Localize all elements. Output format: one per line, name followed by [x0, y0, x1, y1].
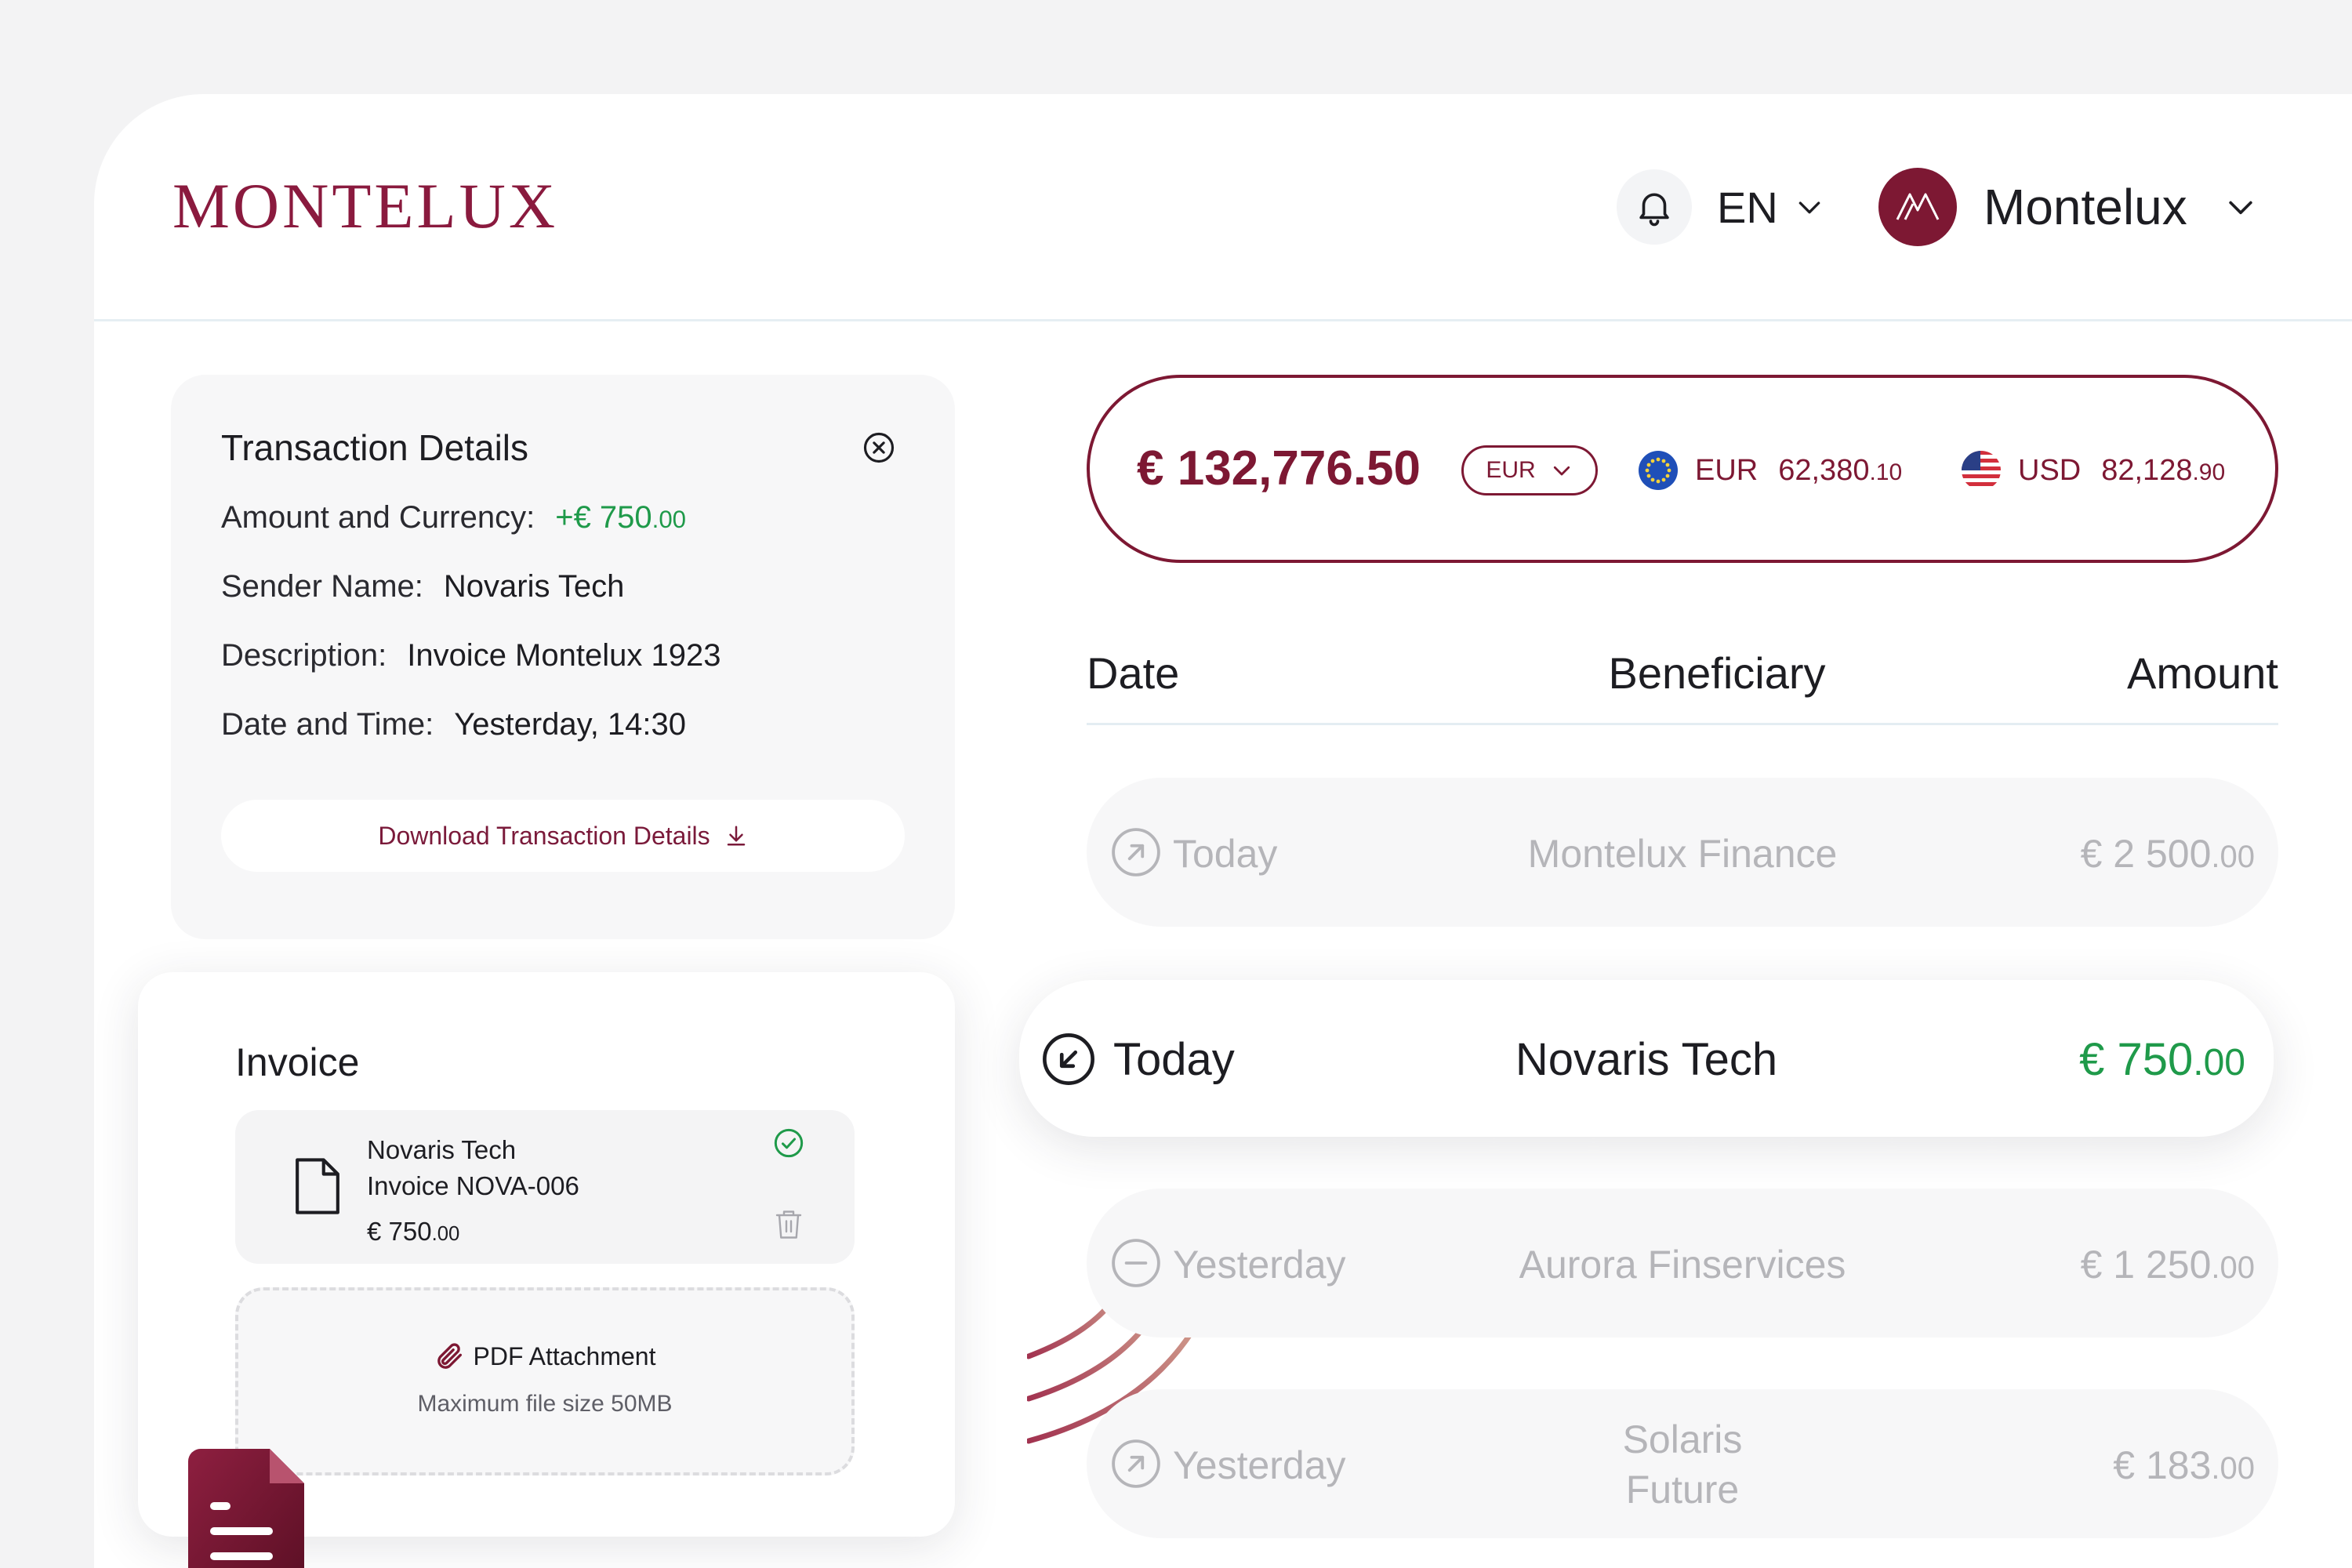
account-menu[interactable]: Montelux	[1878, 166, 2258, 248]
eur-balance: EUR 62,380.10	[1639, 448, 1902, 492]
detail-sender-row: Sender Name: Novaris Tech	[221, 569, 624, 604]
description-value: Invoice Montelux 1923	[407, 638, 721, 673]
pdf-document-icon	[188, 1449, 304, 1568]
column-header-amount[interactable]: Amount	[2043, 648, 2278, 699]
column-header-beneficiary[interactable]: Beneficiary	[1560, 648, 1874, 699]
avatar	[1878, 168, 1957, 246]
amount-value: +€ 750.00	[555, 500, 686, 535]
sender-label: Sender Name:	[221, 569, 423, 604]
trash-icon[interactable]	[775, 1209, 803, 1240]
table-row-selected[interactable]: Today Novaris Tech € 750.00	[1019, 980, 2274, 1137]
row-amount-main: € 2 500	[2080, 832, 2212, 876]
invoice-title: Invoice	[235, 1040, 360, 1084]
balance-summary: € 132,776.50 EUR EUR 62,380.10 USD 82,12…	[1087, 375, 2278, 563]
currency-selector-label: EUR	[1486, 457, 1536, 483]
column-header-date[interactable]: Date	[1087, 648, 1179, 699]
row-beneficiary: Solaris Future	[1087, 1414, 2278, 1515]
eur-code: EUR	[1695, 453, 1759, 487]
file-name: Invoice NOVA-006	[367, 1171, 579, 1200]
usd-value: 82,128.90	[2101, 454, 2225, 488]
sender-value: Novaris Tech	[443, 569, 625, 604]
datetime-value: Yesterday, 14:30	[454, 707, 687, 742]
eur-value: 62,380.10	[1778, 454, 1902, 488]
amount-value-decimals: .00	[652, 506, 687, 533]
invoice-card: Invoice Novaris Tech Invoice NOVA-006 € …	[138, 972, 955, 1568]
row-amount-decimals: .00	[2211, 840, 2255, 874]
eu-flag-icon	[1639, 451, 1678, 490]
download-icon	[727, 826, 745, 846]
invoice-file-item[interactable]: Novaris Tech Invoice NOVA-006 € 750.00	[235, 1110, 855, 1264]
logo-text: MONTELUX	[172, 170, 559, 241]
description-label: Description:	[221, 638, 387, 673]
document-icon	[296, 1158, 339, 1214]
attachment-label: PDF Attachment	[473, 1341, 656, 1370]
row-amount-main: € 1 250	[2080, 1243, 2212, 1287]
usd-value-decimals: .90	[2192, 459, 2226, 485]
top-header: MONTELUX EN Montelux	[94, 94, 2352, 321]
row-amount-decimals: .00	[2211, 1451, 2255, 1486]
detail-datetime-row: Date and Time: Yesterday, 14:30	[221, 707, 686, 742]
row-amount-main: € 183	[2113, 1443, 2212, 1487]
file-amount: € 750.00	[367, 1214, 579, 1252]
amount-value-main: +€ 750	[555, 500, 652, 535]
attachment-label-row: PDF Attachment	[238, 1341, 851, 1372]
detail-amount-row: Amount and Currency: +€ 750.00	[221, 500, 686, 535]
total-balance: € 132,776.50	[1137, 441, 1421, 495]
check-circle-icon	[774, 1128, 804, 1158]
file-company: Novaris Tech	[367, 1135, 517, 1164]
row-amount: € 183.00	[2113, 1443, 2255, 1488]
datetime-label: Date and Time:	[221, 707, 434, 742]
language-label: EN	[1717, 182, 1778, 232]
row-amount: € 2 500.00	[2081, 831, 2255, 877]
amount-label: Amount and Currency:	[221, 500, 535, 535]
row-amount: € 750.00	[2079, 1033, 2245, 1086]
chevron-down-icon	[1798, 201, 1820, 214]
row-amount-decimals: .00	[2193, 1042, 2245, 1083]
details-title: Transaction Details	[221, 427, 529, 468]
row-amount-decimals: .00	[2211, 1250, 2255, 1285]
eur-value-main: 62,380	[1778, 453, 1870, 487]
pdf-drop-zone[interactable]: PDF Attachment Maximum file size 50MB	[235, 1287, 855, 1475]
row-amount-main: € 750	[2079, 1034, 2194, 1085]
us-flag-icon	[1962, 451, 2001, 490]
montelux-logo[interactable]: MONTELUX	[169, 170, 559, 241]
usd-balance: USD 82,128.90	[1962, 448, 2225, 492]
row-beneficiary-line2: Future	[1625, 1468, 1740, 1512]
eur-value-decimals: .10	[1869, 459, 1903, 485]
file-info: Novaris Tech Invoice NOVA-006 € 750.00	[367, 1132, 579, 1252]
usd-code: USD	[2018, 453, 2082, 487]
language-selector[interactable]: EN	[1717, 179, 1825, 235]
usd-value-main: 82,128	[2101, 453, 2193, 487]
paperclip-icon	[437, 1343, 462, 1369]
close-icon[interactable]	[862, 431, 895, 464]
chevron-down-icon	[1553, 466, 1570, 476]
app-window: MONTELUX EN Montelux Transaction Details…	[94, 94, 2352, 1568]
transaction-details-card: Transaction Details Amount and Currency:…	[171, 375, 955, 939]
chevron-down-icon	[2229, 201, 2252, 215]
bell-icon	[1639, 193, 1669, 227]
file-amount-decimals: .00	[431, 1223, 460, 1245]
row-beneficiary-line1: Solaris	[1622, 1417, 1743, 1461]
detail-description-row: Description: Invoice Montelux 1923	[221, 638, 720, 673]
currency-selector[interactable]: EUR	[1461, 445, 1598, 495]
table-header-divider	[1087, 723, 2278, 725]
table-row[interactable]: Today Montelux Finance € 2 500.00	[1087, 778, 2278, 927]
download-label: Download Transaction Details	[378, 821, 710, 850]
account-name: Montelux	[1984, 179, 2187, 235]
download-transaction-details-button[interactable]: Download Transaction Details	[221, 800, 905, 872]
notifications-button[interactable]	[1617, 169, 1692, 245]
table-row[interactable]: Yesterday Aurora Finservices € 1 250.00	[1087, 1189, 2278, 1338]
file-amount-main: € 750	[367, 1217, 432, 1246]
row-amount: € 1 250.00	[2081, 1242, 2255, 1287]
table-row[interactable]: Yesterday Solaris Future € 183.00	[1087, 1389, 2278, 1538]
attachment-hint: Maximum file size 50MB	[417, 1391, 673, 1417]
montelux-monogram-icon	[1896, 193, 1940, 220]
